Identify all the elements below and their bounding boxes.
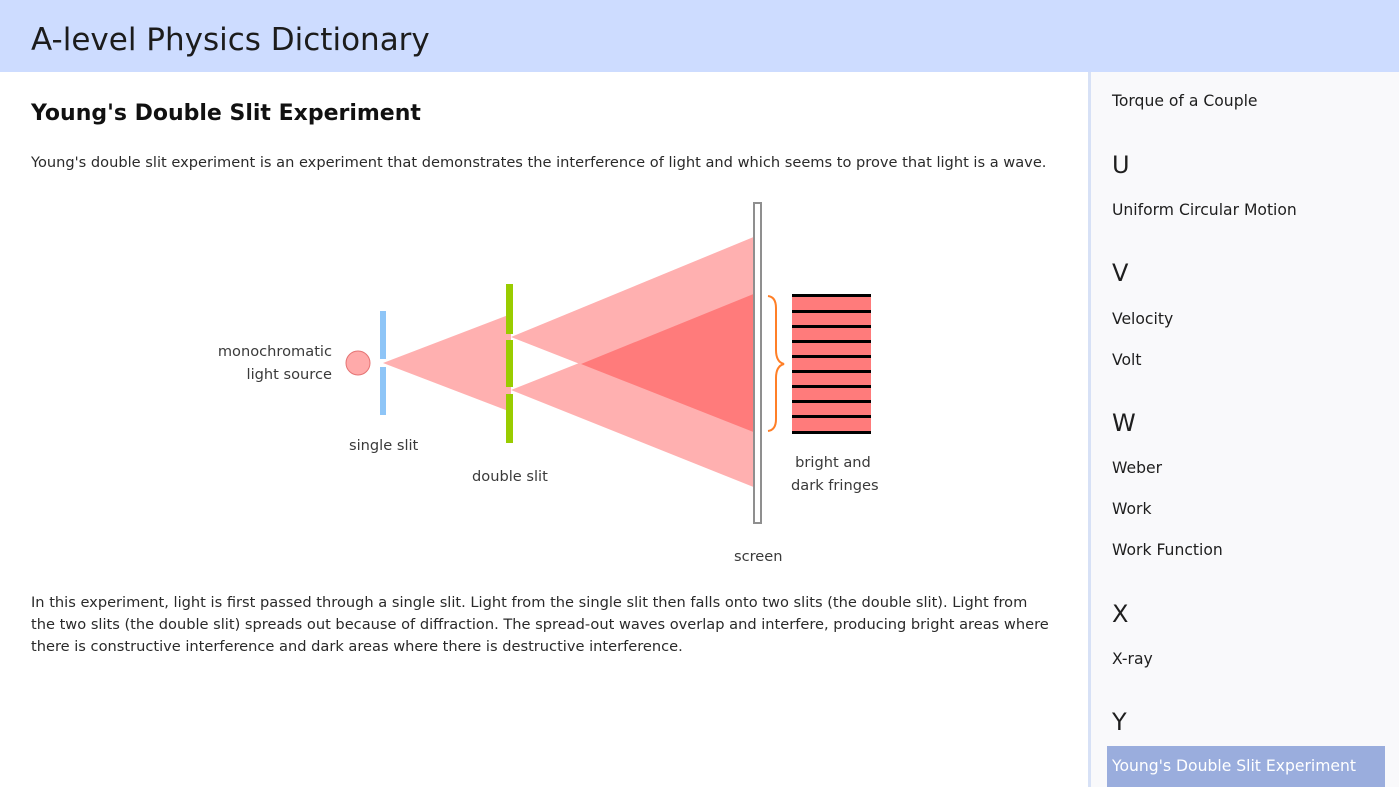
index-sidebar[interactable]: Torque of a Couple U Uniform Circular Mo…: [1088, 72, 1399, 787]
sidebar-item-torque-of-a-couple[interactable]: Torque of a Couple: [1112, 90, 1258, 112]
dark-fringe: [792, 355, 871, 358]
sidebar-letter-y: Y: [1112, 708, 1127, 736]
article-title: Young's Double Slit Experiment: [31, 101, 421, 126]
app-header: A-level Physics Dictionary: [0, 0, 1399, 72]
sidebar-item-weber[interactable]: Weber: [1112, 457, 1162, 479]
sidebar-item-uniform-circular-motion[interactable]: Uniform Circular Motion: [1112, 199, 1297, 221]
dark-fringe: [792, 400, 871, 403]
double-slit-top: [506, 284, 513, 334]
double-slit-bottom: [506, 394, 513, 443]
double-slit-diagram: monochromatic light source single slit d…: [0, 190, 1088, 590]
article-body: In this experiment, light is first passe…: [31, 594, 1049, 655]
fringes-label-line2: dark fringes: [791, 476, 879, 494]
dark-fringe: [792, 385, 871, 388]
sidebar-item-work[interactable]: Work: [1112, 498, 1152, 520]
screen-label: screen: [734, 548, 783, 565]
sidebar-item-velocity[interactable]: Velocity: [1112, 308, 1173, 330]
light-beam-single: [383, 314, 511, 412]
screen-bar: [753, 202, 762, 524]
article-pane: Young's Double Slit Experiment Young's d…: [0, 72, 1088, 787]
light-source-label-line1: monochromatic: [217, 343, 332, 360]
article-intro: Young's double slit experiment is an exp…: [31, 154, 1047, 171]
light-source-label: monochromatic light source: [218, 341, 332, 386]
sidebar-item-volt[interactable]: Volt: [1112, 349, 1141, 371]
double-slit-label: double slit: [472, 468, 548, 485]
fringe-background: [792, 295, 871, 434]
dark-fringe: [792, 431, 871, 434]
fringes-label-line1: bright and: [795, 454, 871, 471]
single-slit-lower: [380, 367, 386, 415]
light-source-label-line2: light source: [246, 365, 332, 383]
light-source: [345, 350, 371, 376]
dark-fringe: [792, 340, 871, 343]
double-slit-middle: [506, 340, 513, 387]
sidebar-letter-u: U: [1112, 151, 1130, 179]
sidebar-item-x-ray[interactable]: X-ray: [1112, 648, 1153, 670]
fringe-pattern: [792, 294, 871, 434]
dark-fringe: [792, 325, 871, 328]
sidebar-item-work-function[interactable]: Work Function: [1112, 539, 1223, 561]
sidebar-item-youngs-double-slit-experiment[interactable]: Young's Double Slit Experiment: [1107, 746, 1385, 787]
diagram-drawing: [345, 202, 871, 524]
dark-fringe: [792, 310, 871, 313]
sidebar-letter-w: W: [1112, 409, 1136, 437]
single-slit-upper: [380, 311, 386, 359]
single-slit-label: single slit: [349, 437, 419, 454]
dark-fringe: [792, 415, 871, 418]
sidebar-letter-v: V: [1112, 259, 1129, 287]
fringes-label: bright and dark fringes: [791, 452, 879, 497]
dark-fringe: [792, 294, 871, 297]
fringe-brace: [767, 295, 785, 432]
app-title: A-level Physics Dictionary: [31, 22, 430, 58]
dark-fringe: [792, 370, 871, 373]
sidebar-letter-x: X: [1112, 600, 1129, 628]
